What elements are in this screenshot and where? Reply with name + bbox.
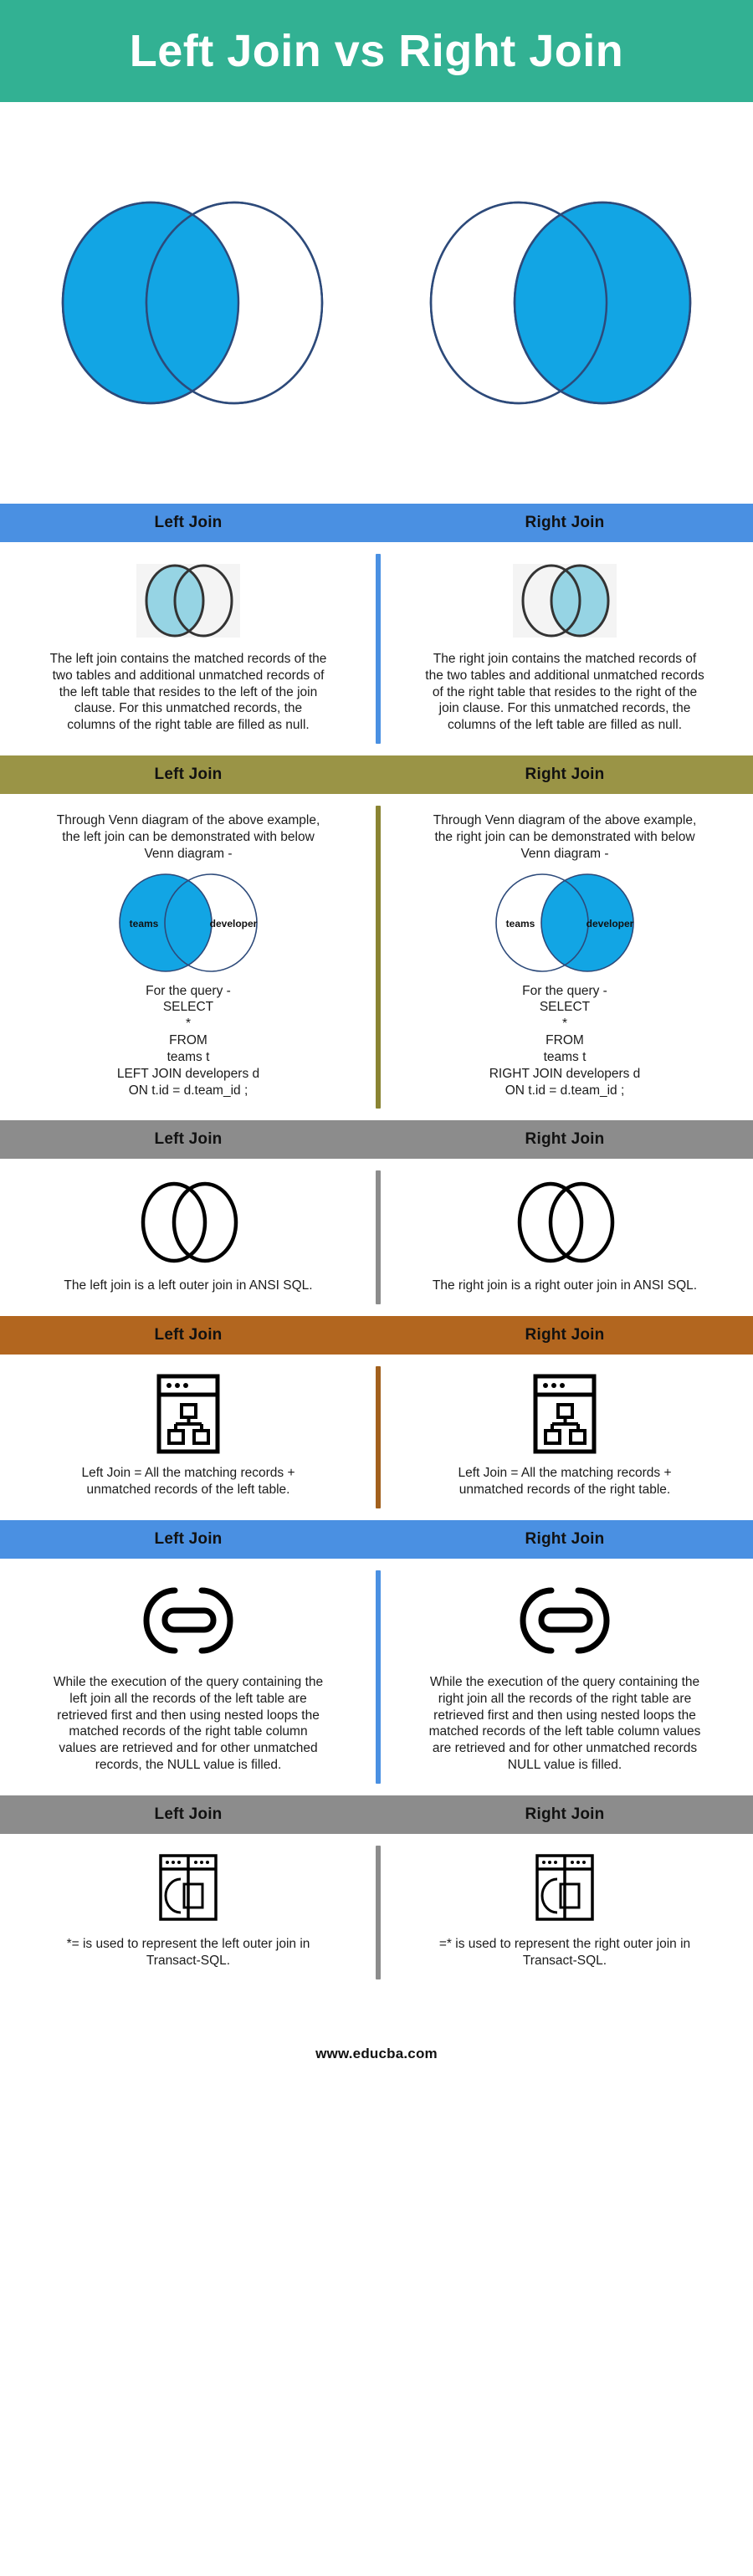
section-heading-left: Left Join [154, 1130, 223, 1149]
column-left-records-formula: Left Join = All the matching records + u… [0, 1355, 376, 1520]
section-bar-records-formula: Left Join Right Join [0, 1316, 753, 1355]
venn-light-blue-icon [130, 561, 247, 641]
column-left-execution: While the execution of the query contain… [0, 1559, 376, 1795]
browser-sitemap-icon [156, 1373, 221, 1455]
section-heading-left: Left Join [154, 1326, 223, 1344]
chain-link-icon [123, 1577, 254, 1664]
column-right-records-formula: Left Join = All the matching records + u… [376, 1355, 753, 1520]
column-left-definition: The left join contains the matched recor… [0, 542, 376, 755]
venn-intro-text-left: Through Venn diagram of the above exampl… [56, 813, 320, 861]
column-divider [376, 1170, 381, 1305]
ansi-sql-text-right: The right join is a right outer join in … [432, 1278, 698, 1293]
section-heading-right: Right Join [525, 1326, 605, 1344]
column-right-execution: While the execution of the query contain… [376, 1559, 753, 1795]
column-right-venn-example: Through Venn diagram of the above exampl… [376, 794, 753, 1120]
column-right-definition: The right join contains the matched reco… [376, 542, 753, 755]
sql-query-right: For the query - SELECT * FROM teams t RI… [489, 983, 641, 1098]
browser-split-panel-icon [157, 1852, 219, 1923]
section-bar-venn-example: Left Join Right Join [0, 755, 753, 795]
column-divider [376, 1570, 381, 1784]
footer-url: www.educba.com [315, 2045, 438, 2061]
venn-intro-text-right: Through Venn diagram of the above exampl… [433, 813, 697, 861]
venn-outline-icon [126, 1177, 251, 1268]
records-formula-text-left: Left Join = All the matching records + u… [81, 1466, 295, 1498]
venn-label-developer: developer [587, 918, 634, 930]
section-bar-execution: Left Join Right Join [0, 1519, 753, 1559]
section-row-venn-example: Through Venn diagram of the above exampl… [0, 794, 753, 1121]
column-divider [376, 806, 381, 1109]
sql-query-left: For the query - SELECT * FROM teams t LE… [116, 983, 260, 1098]
transact-sql-text-left: *= is used to represent the left outer j… [66, 1936, 310, 1968]
section-heading-left: Left Join [154, 514, 223, 531]
section-row-records-formula: Left Join = All the matching records + u… [0, 1355, 753, 1520]
left-join-venn-icon [38, 194, 347, 412]
section-heading-right: Right Join [525, 766, 605, 784]
section-row-execution: While the execution of the query contain… [0, 1558, 753, 1795]
venn-label-teams: teams [506, 918, 535, 930]
chain-link-icon [499, 1577, 630, 1664]
venn-label-developer: developer [210, 918, 258, 930]
transact-sql-text-right: =* is used to represent the right outer … [438, 1936, 691, 1968]
section-heading-left: Left Join [154, 1529, 223, 1548]
section-bar-definition: Left Join Right Join [0, 504, 753, 542]
column-right-ansi-sql: The right join is a right outer join in … [376, 1159, 753, 1316]
column-divider [376, 1845, 381, 1979]
venn-light-blue-icon [506, 561, 623, 641]
venn-label-teams: teams [130, 918, 159, 930]
page-title-banner: Left Join vs Right Join [0, 0, 753, 102]
hero-venn-section [0, 102, 753, 504]
section-heading-right: Right Join [525, 1130, 605, 1149]
section-heading-left: Left Join [154, 1805, 223, 1823]
section-row-definition: The left join contains the matched recor… [0, 542, 753, 756]
execution-text-right: While the execution of the query contain… [428, 1674, 701, 1773]
section-row-transact-sql: *= is used to represent the left outer j… [0, 1833, 753, 1991]
section-bar-ansi-sql: Left Join Right Join [0, 1120, 753, 1160]
definition-text-left: The left join contains the matched recor… [49, 652, 327, 733]
browser-split-panel-icon [534, 1852, 596, 1923]
footer: www.educba.com [0, 1990, 753, 2117]
browser-sitemap-icon [532, 1373, 597, 1455]
section-heading-right: Right Join [525, 514, 605, 531]
ansi-sql-text-left: The left join is a left outer join in AN… [64, 1278, 313, 1293]
column-left-ansi-sql: The left join is a left outer join in AN… [0, 1159, 376, 1316]
column-left-transact-sql: *= is used to represent the left outer j… [0, 1834, 376, 1991]
execution-text-left: While the execution of the query contain… [53, 1674, 324, 1773]
venn-outline-icon [502, 1177, 628, 1268]
section-row-ansi-sql: The left join is a left outer join in AN… [0, 1159, 753, 1317]
column-right-transact-sql: =* is used to represent the right outer … [376, 1834, 753, 1991]
records-formula-text-right: Left Join = All the matching records + u… [458, 1466, 672, 1498]
column-divider [376, 554, 381, 745]
right-join-venn-icon [406, 194, 715, 412]
column-left-venn-example: Through Venn diagram of the above exampl… [0, 794, 376, 1120]
section-heading-right: Right Join [525, 1529, 605, 1548]
section-bar-transact-sql: Left Join Right Join [0, 1795, 753, 1834]
column-divider [376, 1366, 381, 1508]
page-title: Left Join vs Right Join [129, 26, 624, 76]
infographic-page: Left Join vs Right Join Left Join Right … [0, 0, 753, 2576]
section-heading-left: Left Join [154, 766, 223, 784]
venn-labeled-icon: teams developer [469, 869, 661, 976]
venn-labeled-icon: teams developer [92, 869, 284, 976]
section-heading-right: Right Join [525, 1805, 605, 1823]
definition-text-right: The right join contains the matched reco… [425, 652, 704, 733]
